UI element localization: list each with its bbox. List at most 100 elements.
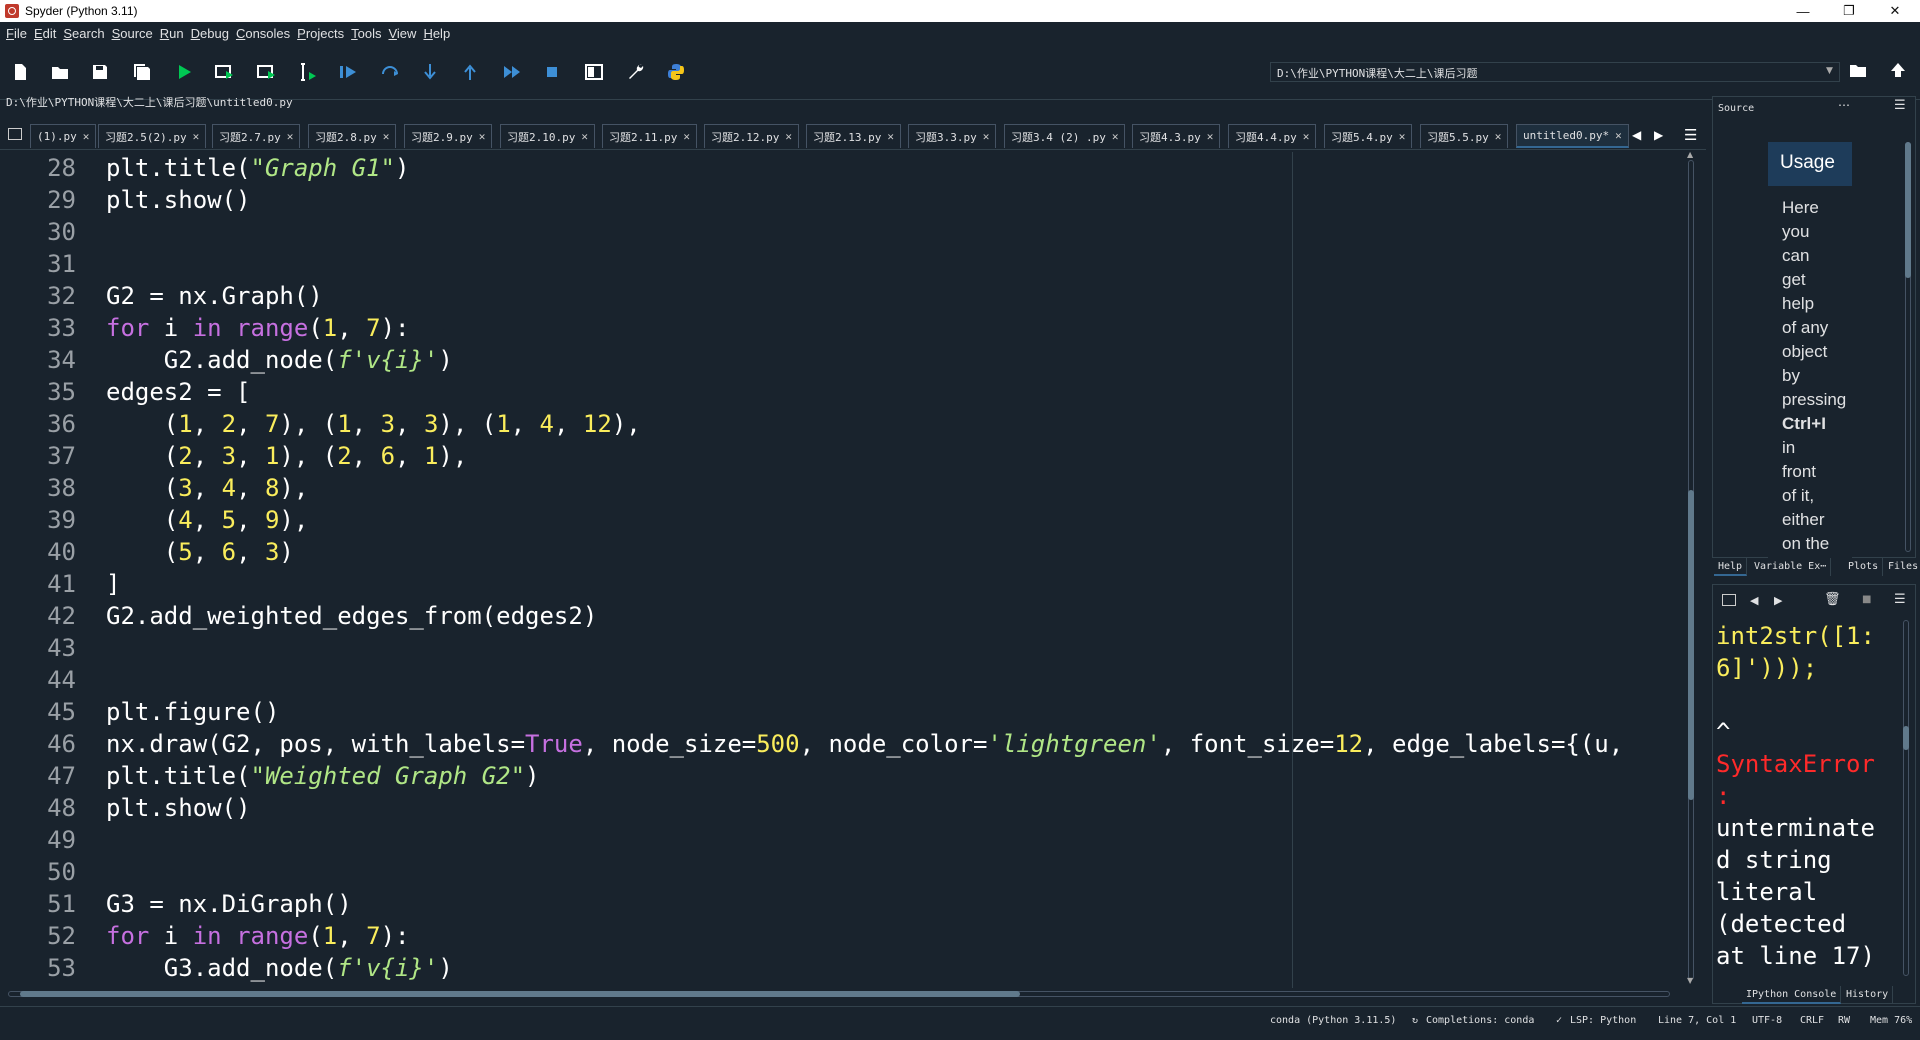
menu-tools[interactable]: Tools: [351, 26, 381, 41]
code-text[interactable]: plt.title("Graph G1") plt.show() G2 = nx…: [106, 152, 1676, 988]
close-tab-icon[interactable]: ✕: [1207, 130, 1214, 143]
close-tab-icon[interactable]: ✕: [1112, 130, 1119, 143]
menu-view[interactable]: View: [388, 26, 416, 41]
preferences-wrench-icon[interactable]: [624, 60, 648, 84]
browse-tabs-icon[interactable]: [8, 128, 22, 140]
scroll-tabs-right-icon[interactable]: ▶: [1654, 128, 1663, 142]
open-file-icon[interactable]: [48, 60, 72, 84]
console-options-menu-icon[interactable]: ☰: [1894, 592, 1906, 607]
new-file-icon[interactable]: [8, 60, 32, 84]
close-tab-icon[interactable]: ✕: [83, 130, 90, 143]
help-source-label[interactable]: Source: [1718, 103, 1754, 114]
tab-file-6[interactable]: 习题2.10.py ✕: [500, 124, 595, 148]
console-prev-icon[interactable]: ◀: [1750, 594, 1758, 607]
console-stop-icon[interactable]: ■: [1862, 594, 1871, 605]
scroll-down-icon[interactable]: ▼: [1687, 976, 1693, 985]
console-next-icon[interactable]: ▶: [1774, 594, 1782, 607]
menu-search[interactable]: Search: [63, 26, 104, 41]
close-tab-icon[interactable]: ✕: [581, 130, 588, 143]
tab-file-4[interactable]: 习题2.8.py ✕: [308, 124, 397, 148]
help-vertical-scrollbar[interactable]: [1904, 140, 1912, 554]
tab-file-active[interactable]: untitled0.py* ✕: [1516, 124, 1629, 148]
maximize-button[interactable]: ❐: [1826, 0, 1872, 22]
status-env[interactable]: conda (Python 3.11.5): [1270, 1015, 1396, 1026]
tab-file-14[interactable]: 习题5.4.py ✕: [1324, 124, 1413, 148]
tab-file-7[interactable]: 习题2.11.py ✕: [602, 124, 697, 148]
tab-file-10[interactable]: 习题3.3.py ✕: [908, 124, 997, 148]
menu-run[interactable]: Run: [160, 26, 184, 41]
tab-file-8[interactable]: 习题2.12.py ✕: [704, 124, 799, 148]
tab-file-5[interactable]: 习题2.9.py ✕: [404, 124, 493, 148]
menu-source[interactable]: Source: [112, 26, 153, 41]
help-options-menu-icon[interactable]: ☰: [1894, 98, 1906, 113]
tab-history[interactable]: History: [1842, 986, 1894, 1004]
ipython-console-output[interactable]: int2str([1: 6]'))); ^ SyntaxError : unte…: [1716, 620, 1896, 992]
scroll-tabs-left-icon[interactable]: ◀: [1632, 128, 1641, 142]
run-cell-icon[interactable]: [212, 60, 236, 84]
help-more-icon[interactable]: ⋯: [1838, 98, 1850, 112]
continue-icon[interactable]: [500, 60, 524, 84]
menu-debug[interactable]: Debug: [191, 26, 229, 41]
parent-directory-icon[interactable]: [1886, 58, 1910, 82]
console-clear-icon[interactable]: 🗑: [1824, 592, 1841, 607]
close-tab-icon[interactable]: ✕: [1399, 130, 1406, 143]
editor-options-menu-icon[interactable]: ☰: [1684, 126, 1697, 144]
tab-file-11[interactable]: 习题3.4 (2) .py ✕: [1004, 124, 1126, 148]
tab-files[interactable]: Files: [1884, 558, 1920, 576]
step-into-icon[interactable]: [418, 60, 442, 84]
tab-ipython-console[interactable]: IPython Console: [1742, 986, 1842, 1004]
close-tab-icon[interactable]: ✕: [479, 130, 486, 143]
chevron-down-icon[interactable]: ▼: [1826, 66, 1833, 76]
tab-file-15[interactable]: 习题5.5.py ✕: [1420, 124, 1509, 148]
menu-consoles[interactable]: Consoles: [236, 26, 290, 41]
tab-variable-explorer[interactable]: Variable Ex⋯: [1750, 558, 1832, 576]
maximize-pane-icon[interactable]: [582, 60, 606, 84]
close-window-button[interactable]: ✕: [1872, 0, 1918, 22]
scroll-thumb[interactable]: [20, 991, 1020, 997]
run-cell-advance-icon[interactable]: [254, 60, 278, 84]
menu-help[interactable]: Help: [423, 26, 450, 41]
tab-file-3[interactable]: 习题2.7.py ✕: [212, 124, 301, 148]
tab-plots[interactable]: Plots: [1844, 558, 1884, 576]
close-tab-icon[interactable]: ✕: [887, 130, 894, 143]
tab-file-1[interactable]: (1).py ✕: [30, 124, 97, 148]
run-selection-icon[interactable]: [296, 60, 320, 84]
step-return-icon[interactable]: [458, 60, 482, 84]
close-tab-icon[interactable]: ✕: [383, 130, 390, 143]
scroll-up-icon[interactable]: ▲: [1687, 150, 1693, 159]
debug-icon[interactable]: [336, 60, 360, 84]
close-tab-icon[interactable]: ✕: [193, 130, 200, 143]
editor-horizontal-scrollbar[interactable]: [8, 988, 1670, 1000]
run-icon[interactable]: [172, 60, 196, 84]
close-tab-icon[interactable]: ✕: [1615, 129, 1622, 142]
tab-file-12[interactable]: 习题4.3.py ✕: [1132, 124, 1221, 148]
tab-help[interactable]: Help: [1714, 558, 1748, 576]
minimize-button[interactable]: —: [1780, 0, 1826, 22]
menu-edit[interactable]: Edit: [34, 26, 56, 41]
working-directory-combobox[interactable]: D:\作业\PYTHON课程\大二上\课后习题: [1270, 62, 1840, 82]
close-tab-icon[interactable]: ✕: [785, 130, 792, 143]
step-over-icon[interactable]: [378, 60, 402, 84]
save-icon[interactable]: [88, 60, 112, 84]
browse-folder-icon[interactable]: [1846, 58, 1870, 82]
menu-file[interactable]: File: [6, 26, 27, 41]
close-tab-icon[interactable]: ✕: [983, 130, 990, 143]
tab-file-2[interactable]: 习题2.5(2).py ✕: [98, 124, 207, 148]
save-all-icon[interactable]: [130, 60, 154, 84]
editor-vertical-scrollbar[interactable]: ▲ ▼: [1685, 150, 1697, 985]
scroll-thumb[interactable]: [1688, 490, 1694, 800]
stop-debug-icon[interactable]: [540, 60, 564, 84]
tab-file-9[interactable]: 习题2.13.py ✕: [806, 124, 901, 148]
console-browse-tabs-icon[interactable]: [1722, 594, 1736, 606]
status-completions[interactable]: Completions: conda: [1426, 1015, 1534, 1026]
tab-file-13[interactable]: 习题4.4.py ✕: [1228, 124, 1317, 148]
console-vertical-scrollbar[interactable]: [1902, 620, 1910, 980]
status-lsp[interactable]: LSP: Python: [1570, 1015, 1636, 1026]
menu-projects[interactable]: Projects: [297, 26, 344, 41]
close-tab-icon[interactable]: ✕: [1495, 130, 1502, 143]
code-editor[interactable]: 28 29 30 31 32 33 34 35 36 37 38 39 40 4…: [8, 152, 1678, 988]
close-tab-icon[interactable]: ✕: [1303, 130, 1310, 143]
close-tab-icon[interactable]: ✕: [287, 130, 294, 143]
python-path-manager-icon[interactable]: [664, 60, 688, 84]
close-tab-icon[interactable]: ✕: [683, 130, 690, 143]
